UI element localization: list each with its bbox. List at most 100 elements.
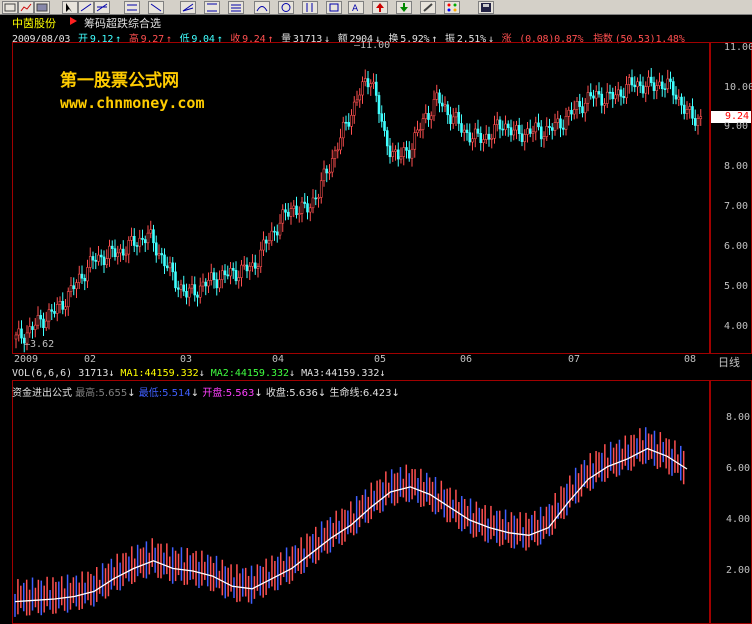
candle-body bbox=[53, 311, 56, 314]
price-axis-label: 10.00 bbox=[724, 82, 752, 93]
fund-flow-chart[interactable] bbox=[13, 396, 709, 623]
save-icon[interactable] bbox=[478, 1, 494, 14]
candle-body bbox=[592, 95, 595, 99]
candle-body bbox=[355, 99, 359, 103]
candle-body bbox=[278, 222, 282, 236]
candle-body bbox=[468, 132, 472, 143]
candle-body bbox=[495, 119, 499, 125]
candle-body bbox=[132, 236, 136, 246]
date-label: 06 bbox=[460, 354, 473, 365]
candle-body bbox=[572, 109, 576, 115]
parallel-line-icon[interactable] bbox=[124, 1, 140, 14]
candle-body bbox=[402, 147, 406, 157]
candle-body bbox=[451, 116, 455, 124]
candle-body bbox=[127, 240, 131, 255]
window-icon[interactable] bbox=[34, 1, 50, 14]
pointer-icon[interactable] bbox=[62, 1, 78, 14]
square-icon[interactable] bbox=[326, 1, 342, 14]
candle-body bbox=[559, 118, 562, 129]
candle-body bbox=[152, 229, 155, 244]
up-arrow-icon[interactable] bbox=[372, 1, 388, 14]
fund-indicator-row: 资金进出公式 最高:5.655↓ 最低:5.514↓ 开盘:5.563↓ 收盘:… bbox=[12, 388, 400, 399]
price-axis-label: 4.00 bbox=[724, 321, 749, 332]
candle-body bbox=[550, 127, 554, 131]
candle-body bbox=[264, 239, 268, 244]
candle-body bbox=[677, 96, 681, 100]
channel-icon[interactable] bbox=[148, 1, 164, 14]
fan-line-icon[interactable] bbox=[180, 1, 196, 14]
candle-body bbox=[457, 112, 461, 124]
candle-body bbox=[515, 125, 518, 131]
candle-body bbox=[220, 270, 224, 280]
candle-body bbox=[685, 109, 689, 114]
candle-body bbox=[421, 118, 425, 130]
candle-body bbox=[182, 284, 186, 292]
period-button[interactable]: 日线 bbox=[712, 354, 752, 369]
table-icon[interactable] bbox=[2, 1, 18, 14]
candle-body bbox=[160, 253, 164, 256]
candle-body bbox=[380, 113, 384, 122]
candle-body bbox=[333, 150, 337, 159]
candle-body bbox=[176, 287, 180, 290]
ray-draw-icon[interactable] bbox=[94, 1, 110, 14]
candle-body bbox=[671, 81, 675, 96]
candle-body bbox=[94, 259, 98, 262]
candle-body bbox=[418, 129, 422, 131]
candle-body bbox=[377, 95, 381, 115]
candle-body bbox=[231, 268, 235, 271]
color-palette-icon[interactable] bbox=[444, 1, 460, 14]
candle-body bbox=[212, 272, 216, 280]
candle-body bbox=[666, 78, 670, 90]
candle-body bbox=[322, 168, 326, 182]
price-info-row: 2009/08/03 开 9.12 ↑ 高 9.27 ↑ 低 9.04 ↑ 收 9.24 ↑ 量… bbox=[12, 34, 685, 45]
indicator-axis-label: 6.00 bbox=[726, 463, 751, 474]
candle-body bbox=[275, 231, 279, 236]
arc-icon[interactable] bbox=[254, 1, 270, 14]
candle-body bbox=[636, 81, 639, 88]
candle-body bbox=[245, 264, 249, 272]
candle-body bbox=[256, 266, 260, 269]
candle-body bbox=[432, 99, 436, 117]
period-line-icon[interactable] bbox=[302, 1, 318, 14]
candle-body bbox=[638, 81, 642, 86]
candlestick-chart[interactable] bbox=[13, 43, 709, 353]
edit-icon[interactable] bbox=[420, 1, 436, 14]
dropdown-arrow-icon[interactable] bbox=[70, 17, 77, 25]
circle-icon[interactable] bbox=[278, 1, 294, 14]
candle-body bbox=[688, 106, 692, 110]
vol-indicator-name[interactable]: VOL(6,6,6) bbox=[12, 368, 72, 379]
text-tool-icon[interactable]: A bbox=[348, 1, 364, 14]
candle-body bbox=[440, 102, 444, 107]
candle-body bbox=[460, 123, 463, 133]
candle-body bbox=[121, 248, 125, 256]
candle-body bbox=[534, 122, 538, 133]
life-line bbox=[14, 447, 688, 603]
candle-body bbox=[33, 324, 37, 330]
candle-body bbox=[633, 84, 637, 88]
gann-icon[interactable] bbox=[204, 1, 220, 14]
candle-body bbox=[165, 265, 169, 269]
candle-body bbox=[253, 262, 257, 269]
candle-body bbox=[691, 106, 694, 119]
line-draw-icon[interactable] bbox=[78, 1, 94, 14]
candle-body bbox=[314, 197, 318, 200]
candle-body bbox=[363, 78, 367, 82]
candle-body bbox=[608, 91, 612, 94]
candle-body bbox=[575, 101, 579, 110]
candle-body bbox=[564, 115, 568, 130]
candle-body bbox=[344, 121, 348, 124]
candle-body bbox=[512, 129, 516, 136]
candle-body bbox=[630, 77, 634, 86]
candle-body bbox=[108, 245, 111, 259]
candle-body bbox=[201, 281, 205, 287]
candle-body bbox=[102, 256, 106, 266]
candle-body bbox=[209, 272, 213, 281]
candle-body bbox=[311, 197, 315, 209]
stock-name[interactable]: 中茵股份 bbox=[12, 15, 56, 31]
down-arrow-icon[interactable] bbox=[396, 1, 412, 14]
candle-body bbox=[484, 133, 488, 140]
formula-name[interactable]: 筹码超跌综合选 bbox=[84, 15, 161, 31]
chart-icon[interactable] bbox=[18, 1, 34, 14]
candle-body bbox=[223, 270, 227, 276]
fibonacci-icon[interactable] bbox=[228, 1, 244, 14]
